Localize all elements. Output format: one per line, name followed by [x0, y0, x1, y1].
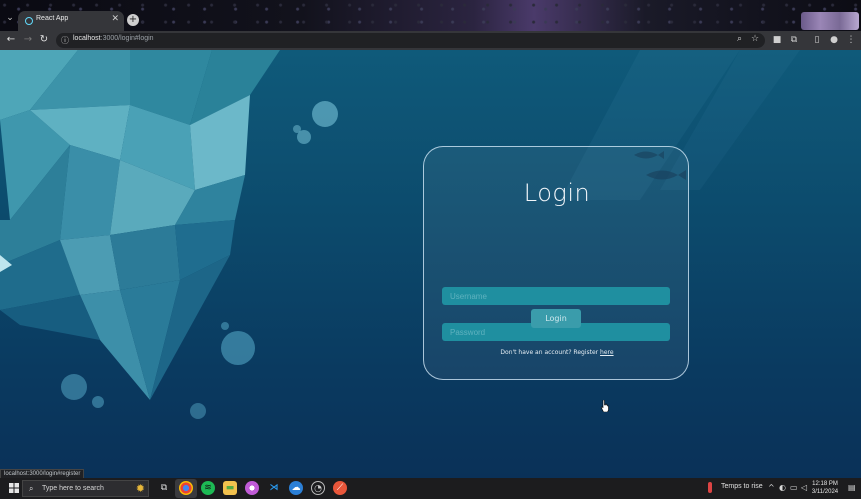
register-prompt-text: Don't have an account? Register [500, 349, 601, 356]
back-arrow-icon[interactable]: ← [5, 34, 17, 46]
hand-cursor-icon [601, 400, 609, 412]
browser-toolbar: ← → ↻ ⓘ localhost:3000/login#login ⌕ ☆ ■… [0, 31, 861, 50]
tray-overflow-icon[interactable]: ^ [768, 483, 775, 492]
taskbar-search-placeholder: Type here to search [42, 485, 104, 492]
login-button[interactable]: Login [531, 309, 581, 328]
forward-arrow-icon[interactable]: → [22, 34, 34, 46]
extension-icon[interactable]: ■ [772, 35, 782, 45]
browser-tab-react-app[interactable]: React App ✕ [18, 11, 124, 31]
thermometer-icon [708, 482, 712, 493]
site-info-icon[interactable]: ⓘ [61, 35, 69, 46]
profile-avatar-icon[interactable]: ● [829, 35, 839, 45]
docker-icon[interactable]: ☁ [289, 481, 303, 495]
register-link[interactable]: here [600, 349, 614, 356]
extensions-puzzle-icon[interactable]: ⧉ [789, 35, 799, 45]
app-icon[interactable] [245, 481, 259, 495]
address-bar[interactable]: ⓘ localhost:3000/login#login ⌕ ☆ [56, 33, 765, 48]
username-input[interactable] [442, 287, 670, 305]
task-view-icon[interactable]: ⧉ [157, 481, 171, 495]
url-path: :3000/login#login [100, 35, 154, 42]
url-host: localhost [73, 35, 101, 42]
login-card: Login Login Don't have an account? Regis… [423, 146, 689, 380]
page-viewport: Login Login Don't have an account? Regis… [0, 50, 861, 478]
spotify-icon[interactable]: ≋ [201, 481, 215, 495]
tab-close-icon[interactable]: ✕ [111, 14, 119, 24]
volume-icon[interactable]: ◁ [801, 483, 807, 492]
bookmark-star-icon[interactable]: ☆ [751, 34, 759, 44]
network-icon[interactable]: ▭ [790, 483, 798, 492]
address-url[interactable]: localhost:3000/login#login [73, 35, 154, 42]
react-favicon-icon [25, 17, 33, 25]
zoom-icon[interactable]: ⌕ [737, 34, 742, 44]
github-icon[interactable]: ◔ [311, 481, 325, 495]
file-explorer-icon[interactable]: ▬ [223, 481, 237, 495]
browser-tab-bar: ⌄ React App ✕ + [0, 0, 861, 31]
tab-search-icon[interactable]: ⌄ [5, 13, 15, 23]
reload-icon[interactable]: ↻ [38, 34, 50, 46]
weather-text[interactable]: Temps to rise [721, 483, 763, 490]
window-controls-thumbnail [801, 12, 859, 30]
chrome-icon[interactable] [179, 481, 193, 495]
postman-icon[interactable]: ⟋ [333, 481, 347, 495]
tab-title: React App [36, 15, 69, 22]
taskbar-search-box[interactable]: ⌕ Type here to search ✹ [22, 480, 149, 497]
side-panel-icon[interactable]: ▯ [812, 35, 822, 45]
windows-start-icon[interactable] [9, 483, 19, 493]
windows-taskbar: ⌕ Type here to search ✹ ⧉ ≋ ▬ ⋊ ☁ ◔ ⟋ Te… [0, 478, 861, 499]
notification-icon[interactable]: ▤ [848, 483, 856, 492]
vscode-icon[interactable]: ⋊ [267, 481, 281, 495]
taskbar-clock[interactable]: 12:18 PM 3/11/2024 [810, 480, 840, 496]
search-highlight-icon: ✹ [135, 482, 145, 495]
search-icon: ⌕ [29, 484, 34, 493]
new-tab-button[interactable]: + [127, 14, 139, 26]
login-title: Login [523, 179, 591, 207]
clock-time: 12:18 PM [812, 481, 838, 487]
tray-app-icon[interactable]: ◐ [779, 483, 786, 492]
browser-menu-icon[interactable]: ⋮ [846, 35, 856, 45]
register-prompt: Don't have an account? Register here [424, 349, 690, 356]
clock-date: 3/11/2024 [811, 489, 839, 495]
